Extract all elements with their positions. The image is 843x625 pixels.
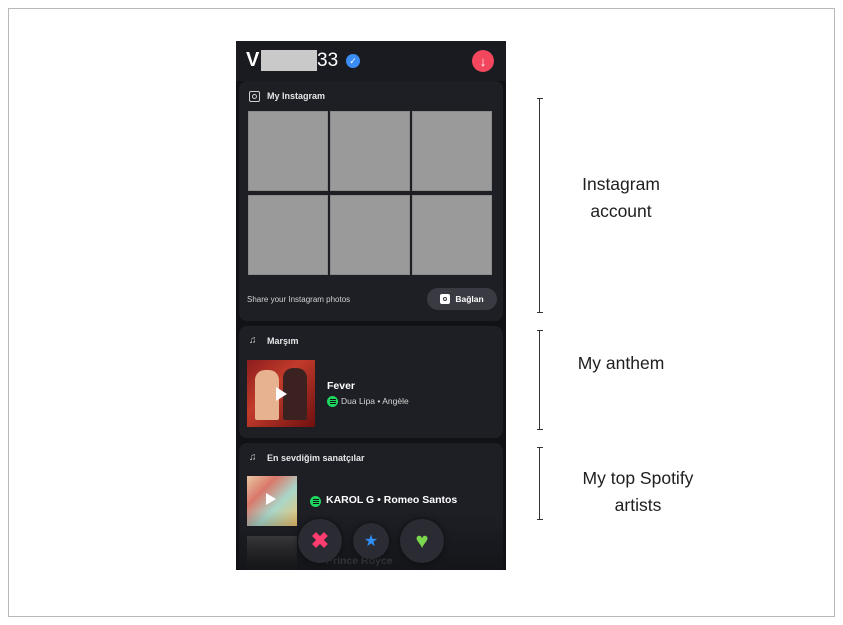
instagram-icon bbox=[249, 91, 260, 102]
instagram-photo[interactable] bbox=[248, 111, 328, 191]
album-cover[interactable] bbox=[247, 360, 315, 427]
instagram-title: My Instagram bbox=[267, 91, 326, 101]
music-note-icon: ♫ bbox=[249, 452, 257, 463]
play-icon[interactable] bbox=[276, 387, 287, 401]
song-artists: Dua Lipa • Angèle bbox=[341, 396, 409, 406]
top-artists-title: En sevdiğim sanatçılar bbox=[267, 453, 365, 463]
close-icon: ✖ bbox=[310, 528, 330, 553]
star-icon: ★ bbox=[363, 533, 379, 550]
check-badge-icon: ✓ bbox=[346, 54, 360, 68]
artist-cover[interactable] bbox=[247, 536, 297, 570]
instagram-photo[interactable] bbox=[248, 195, 328, 275]
play-icon[interactable] bbox=[266, 493, 276, 505]
instagram-annotation: Instagram account bbox=[582, 174, 660, 221]
artist-cover[interactable] bbox=[247, 476, 297, 526]
instagram-photo-grid bbox=[248, 111, 496, 275]
like-button[interactable]: ♥ bbox=[400, 519, 444, 563]
instagram-card: My Instagram Share your Instagram photos… bbox=[239, 81, 503, 321]
instagram-photo[interactable] bbox=[412, 111, 492, 191]
top-artists-line: Prince Royce bbox=[326, 555, 393, 567]
connect-instagram-button[interactable]: Bağlan bbox=[427, 288, 497, 310]
anthem-bracket bbox=[537, 330, 543, 430]
anthem-card: ♫ Marşım Fever Dua Lipa • Angèle bbox=[239, 326, 503, 438]
instagram-photo[interactable] bbox=[412, 195, 492, 275]
spotify-icon bbox=[310, 496, 321, 507]
instagram-photo[interactable] bbox=[330, 195, 410, 275]
super-like-button[interactable]: ★ bbox=[353, 523, 389, 559]
arrow-down-icon[interactable]: ↓ bbox=[472, 50, 494, 72]
instagram-share-text: Share your Instagram photos bbox=[247, 295, 351, 304]
connect-label: Bağlan bbox=[455, 294, 484, 304]
anthem-title: Marşım bbox=[267, 336, 299, 346]
heart-icon: ♥ bbox=[415, 528, 429, 553]
top-artists-line: KAROL G • Romeo Santos bbox=[326, 494, 458, 506]
spotify-annotation: My top Spotify artists bbox=[582, 468, 694, 515]
nope-button[interactable]: ✖ bbox=[298, 519, 342, 563]
spotify-icon bbox=[327, 396, 338, 407]
profile-age: 33 bbox=[317, 50, 339, 71]
anthem-annotation: My anthem bbox=[577, 353, 665, 373]
song-title: Fever bbox=[327, 380, 356, 392]
profile-name: V bbox=[246, 49, 260, 71]
instagram-photo[interactable] bbox=[330, 111, 410, 191]
spotify-bracket bbox=[537, 447, 543, 520]
profile-header: V 33 ✓ ↓ bbox=[236, 41, 506, 81]
instagram-bracket bbox=[537, 98, 543, 313]
name-redaction bbox=[261, 50, 317, 71]
phone-screen: V 33 ✓ ↓ My Instagram Share your Instagr… bbox=[236, 41, 506, 570]
music-note-icon: ♫ bbox=[249, 335, 257, 346]
instagram-icon bbox=[440, 294, 451, 304]
